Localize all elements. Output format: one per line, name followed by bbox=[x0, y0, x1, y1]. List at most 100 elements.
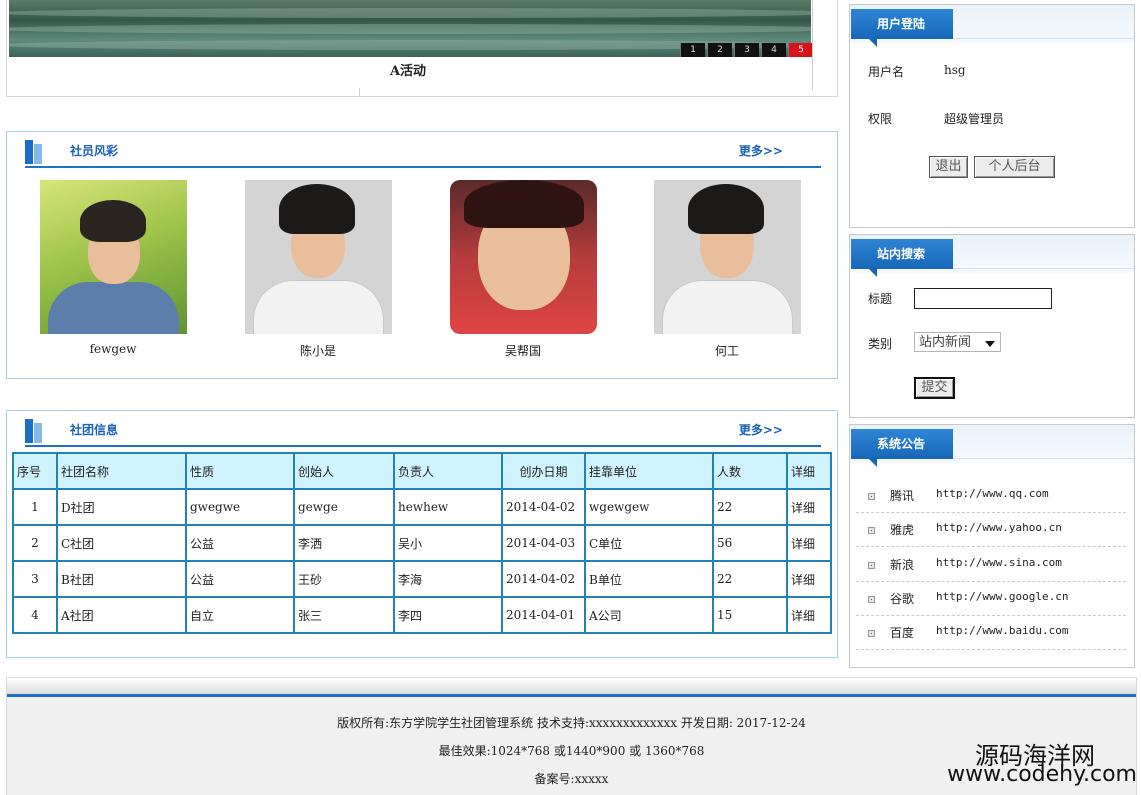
bullet-icon bbox=[868, 596, 875, 603]
notice-item-url[interactable]: http://www.sina.com bbox=[936, 556, 1062, 569]
member-photo[interactable] bbox=[653, 180, 801, 334]
clubs-table: 序号 社团名称 性质 创始人 负责人 创办日期 挂靠单位 人数 详细 1 D社团… bbox=[12, 452, 832, 634]
member-photo[interactable] bbox=[39, 180, 187, 334]
role-value: 超级管理员 bbox=[944, 112, 1005, 126]
cell-leader: 李海 bbox=[393, 560, 503, 598]
watermark-url: www.codehy.com bbox=[947, 762, 1137, 787]
cell-count: 56 bbox=[712, 524, 788, 562]
banner-page-1[interactable]: 1 bbox=[680, 43, 705, 57]
member-name[interactable]: 陈小是 bbox=[244, 342, 392, 359]
banner-wave bbox=[9, 8, 811, 18]
notice-item-url[interactable]: http://www.baidu.com bbox=[936, 624, 1068, 637]
cell-date: 2014-04-01 bbox=[501, 596, 586, 634]
divider bbox=[359, 88, 360, 96]
column-header: 人数 bbox=[712, 452, 788, 490]
cell-founder: 王砂 bbox=[293, 560, 395, 598]
cell-date: 2014-04-03 bbox=[501, 524, 586, 562]
clubs-header: 社团信息 更多>> bbox=[25, 419, 821, 447]
member-photo[interactable] bbox=[244, 180, 392, 334]
banner-page-3[interactable]: 3 bbox=[734, 43, 759, 57]
table-header-row: 序号 社团名称 性质 创始人 负责人 创办日期 挂靠单位 人数 详细 bbox=[12, 452, 832, 490]
logout-button[interactable]: 退出 bbox=[929, 156, 968, 178]
column-header: 创办日期 bbox=[501, 452, 586, 490]
members-more-link[interactable]: 更多>> bbox=[739, 142, 783, 159]
divider bbox=[812, 0, 813, 90]
member-card[interactable]: 陈小是 bbox=[244, 180, 392, 359]
banner-page-2[interactable]: 2 bbox=[707, 43, 732, 57]
footer-resolution: 最佳效果:1024*768 或1440*900 或 1360*768 bbox=[438, 744, 705, 758]
bullet-icon bbox=[868, 630, 875, 637]
notice-item-name[interactable]: 百度 bbox=[890, 624, 914, 641]
member-card[interactable]: 吴帮国 bbox=[449, 180, 597, 359]
clubs-more-link[interactable]: 更多>> bbox=[739, 421, 783, 438]
cell-founder: gewge bbox=[293, 488, 395, 526]
cell-unit: B单位 bbox=[584, 560, 714, 598]
cell-founder: 李洒 bbox=[293, 524, 395, 562]
notice-item[interactable]: 腾讯 http://www.qq.com bbox=[856, 478, 1126, 513]
role-label: 权限 bbox=[868, 112, 893, 126]
notice-item-url[interactable]: http://www.yahoo.cn bbox=[936, 521, 1062, 534]
title-label: 标题 bbox=[868, 292, 893, 306]
detail-link[interactable]: 详细 bbox=[786, 524, 832, 562]
clubs-panel: 社团信息 更多>> 序号 社团名称 性质 创始人 负责人 创办日期 挂靠单位 人… bbox=[6, 410, 838, 658]
member-card[interactable]: fewgew bbox=[39, 180, 187, 356]
notice-item[interactable]: 雅虎 http://www.yahoo.cn bbox=[856, 512, 1126, 547]
login-box: 用户登陆 用户名 hsg 权限 超级管理员 退出 个人后台 bbox=[849, 4, 1135, 228]
login-header: 用户登陆 bbox=[850, 5, 1134, 47]
banner-page-5[interactable]: 5 bbox=[788, 43, 813, 57]
members-panel: 社员风彩 更多>> fewgew 陈小是 吴帮国 何工 bbox=[6, 131, 838, 379]
detail-link[interactable]: 详细 bbox=[786, 560, 832, 598]
footer-copyright: 版权所有:东方学院学生社团管理系统 技术支持:xxxxxxxxxxxxx 开发日… bbox=[337, 716, 806, 730]
cell-club-name: D社团 bbox=[56, 488, 187, 526]
banner-caption[interactable]: A活动 bbox=[7, 60, 809, 79]
table-row: 1 D社团 gwegwe gewge hewhew 2014-04-02 wge… bbox=[12, 488, 832, 526]
cell-club-name: B社团 bbox=[56, 560, 187, 598]
cell-unit: C单位 bbox=[584, 524, 714, 562]
detail-link[interactable]: 详细 bbox=[786, 488, 832, 526]
cell-index: 1 bbox=[12, 488, 58, 526]
submit-button[interactable]: 提交 bbox=[914, 377, 955, 399]
notice-item-name[interactable]: 新浪 bbox=[890, 556, 914, 573]
section-bookmark-icon bbox=[25, 419, 43, 443]
cell-unit: wgewgew bbox=[584, 488, 714, 526]
bullet-icon bbox=[868, 562, 875, 569]
notice-header: 系统公告 bbox=[850, 425, 1134, 467]
notice-item-url[interactable]: http://www.google.cn bbox=[936, 590, 1068, 603]
notice-item[interactable]: 新浪 http://www.sina.com bbox=[856, 547, 1126, 582]
cell-nature: 自立 bbox=[185, 596, 295, 634]
notice-title: 系统公告 bbox=[851, 429, 953, 467]
notice-item-name[interactable]: 腾讯 bbox=[890, 487, 914, 504]
search-header: 站内搜索 bbox=[850, 235, 1134, 277]
notice-item-name[interactable]: 谷歌 bbox=[890, 590, 914, 607]
member-photo[interactable] bbox=[449, 180, 597, 334]
personal-backend-button[interactable]: 个人后台 bbox=[974, 156, 1055, 178]
banner-pager: 1 2 3 4 5 bbox=[680, 43, 813, 57]
members-header: 社员风彩 更多>> bbox=[25, 140, 821, 168]
detail-link[interactable]: 详细 bbox=[786, 596, 832, 634]
column-header: 详细 bbox=[786, 452, 832, 490]
cell-nature: 公益 bbox=[185, 524, 295, 562]
cell-leader: hewhew bbox=[393, 488, 503, 526]
login-title: 用户登陆 bbox=[851, 9, 953, 47]
cell-leader: 李四 bbox=[393, 596, 503, 634]
notice-item[interactable]: 百度 http://www.baidu.com bbox=[856, 615, 1126, 650]
category-select[interactable]: 站内新闻 bbox=[914, 332, 1001, 352]
member-name[interactable]: 何工 bbox=[653, 342, 801, 359]
column-header: 创始人 bbox=[293, 452, 395, 490]
bullet-icon bbox=[868, 527, 875, 534]
category-select-value: 站内新闻 bbox=[919, 335, 972, 350]
title-input[interactable] bbox=[914, 288, 1052, 309]
column-header: 社团名称 bbox=[56, 452, 187, 490]
notice-item[interactable]: 谷歌 http://www.google.cn bbox=[856, 581, 1126, 616]
cell-founder: 张三 bbox=[293, 596, 395, 634]
notice-item-name[interactable]: 雅虎 bbox=[890, 521, 914, 538]
cell-count: 15 bbox=[712, 596, 788, 634]
clubs-title: 社团信息 bbox=[70, 423, 119, 437]
banner-page-4[interactable]: 4 bbox=[761, 43, 786, 57]
member-name[interactable]: 吴帮国 bbox=[449, 342, 597, 359]
notice-item-url[interactable]: http://www.qq.com bbox=[936, 487, 1049, 500]
member-name[interactable]: fewgew bbox=[39, 342, 187, 356]
category-label: 类别 bbox=[868, 337, 893, 351]
cell-nature: 公益 bbox=[185, 560, 295, 598]
member-card[interactable]: 何工 bbox=[653, 180, 801, 359]
